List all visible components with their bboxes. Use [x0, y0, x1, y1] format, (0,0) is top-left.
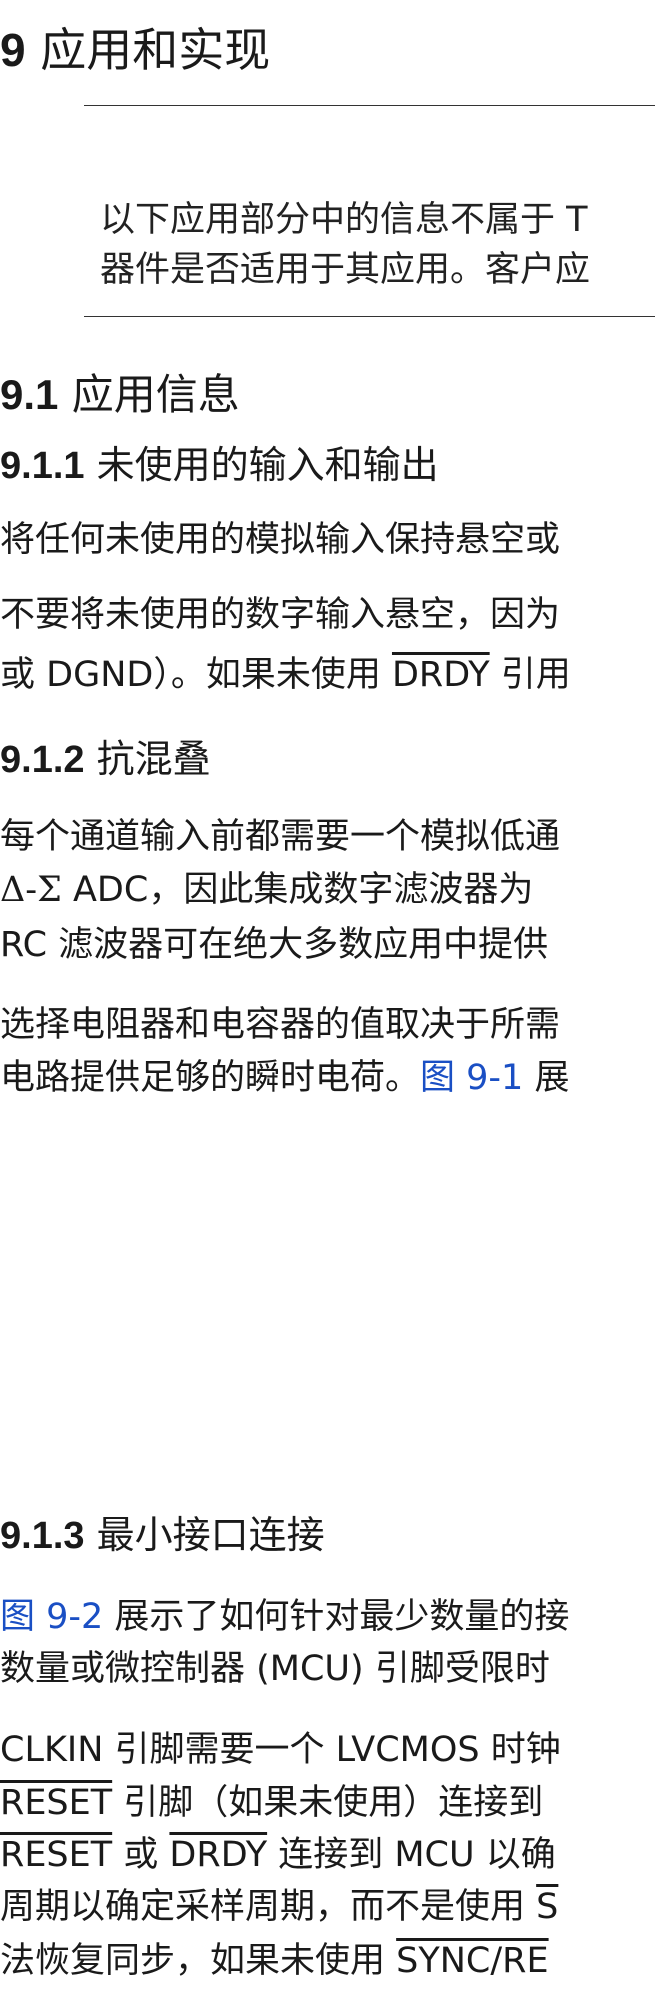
para-antialias-l4: 选择电阻器和电容器的值取决于所需 — [0, 1005, 561, 1045]
sync-signal-fragment: S — [536, 1887, 559, 1927]
para-antialias-l3: RC 滤波器可在绝大多数应用中提供 — [0, 925, 549, 965]
section-title: 9 应用和实现 — [0, 23, 271, 77]
note-top-rule — [84, 105, 655, 106]
figure-9-2-link[interactable]: 图 9-2 — [0, 1597, 103, 1637]
para-antialias-l2: Δ-Σ ADC，因此集成数字滤波器为 — [0, 870, 534, 910]
reset-signal: RESET — [0, 1835, 113, 1875]
note-bottom-rule — [84, 316, 655, 317]
sync-reset-signal: SYNC/RE — [396, 1941, 549, 1981]
para-min-iface-l3: CLKIN 引脚需要一个 LVCMOS 时钟 — [0, 1730, 561, 1770]
heading-9-1-3: 9.1.3 最小接口连接 — [0, 1513, 325, 1557]
para-unused-digital-l2: 或 DGND）。如果未使用 DRDY 引用 — [0, 655, 571, 695]
para-min-iface-l1: 图 9-2 展示了如何针对最少数量的接 — [0, 1597, 570, 1637]
heading-9-1: 9.1 应用信息 — [0, 370, 240, 419]
reset-signal: RESET — [0, 1783, 113, 1823]
heading-9-1-1: 9.1.1 未使用的输入和输出 — [0, 443, 439, 487]
drdy-signal: DRDY — [391, 655, 490, 695]
para-min-iface-l4: RESET 引脚（如果未使用）连接到 — [0, 1783, 544, 1823]
para-antialias-l5: 电路提供足够的瞬时电荷。图 9-1 展 — [0, 1058, 570, 1098]
para-min-iface-l2: 数量或微控制器 (MCU) 引脚受限时 — [0, 1649, 550, 1689]
heading-9-1-2: 9.1.2 抗混叠 — [0, 737, 211, 781]
para-min-iface-l5: RESET 或 DRDY 连接到 MCU 以确 — [0, 1835, 556, 1875]
figure-9-1-link[interactable]: 图 9-1 — [420, 1058, 523, 1098]
para-unused-digital-l1: 不要将未使用的数字输入悬空，因为 — [0, 595, 561, 635]
drdy-signal: DRDY — [169, 1835, 268, 1875]
para-unused-analog: 将任何未使用的模拟输入保持悬空或 — [0, 520, 561, 560]
note-line-1: 以下应用部分中的信息不属于 T — [100, 200, 588, 240]
para-min-iface-l7: 法恢复同步，如果未使用 SYNC/RE — [0, 1941, 549, 1981]
para-antialias-l1: 每个通道输入前都需要一个模拟低通 — [0, 817, 561, 857]
para-min-iface-l6: 周期以确定采样周期，而不是使用 S — [0, 1887, 559, 1927]
note-line-2: 器件是否适用于其应用。客户应 — [100, 250, 591, 290]
delta-sigma-symbol: Δ-Σ — [0, 870, 62, 910]
